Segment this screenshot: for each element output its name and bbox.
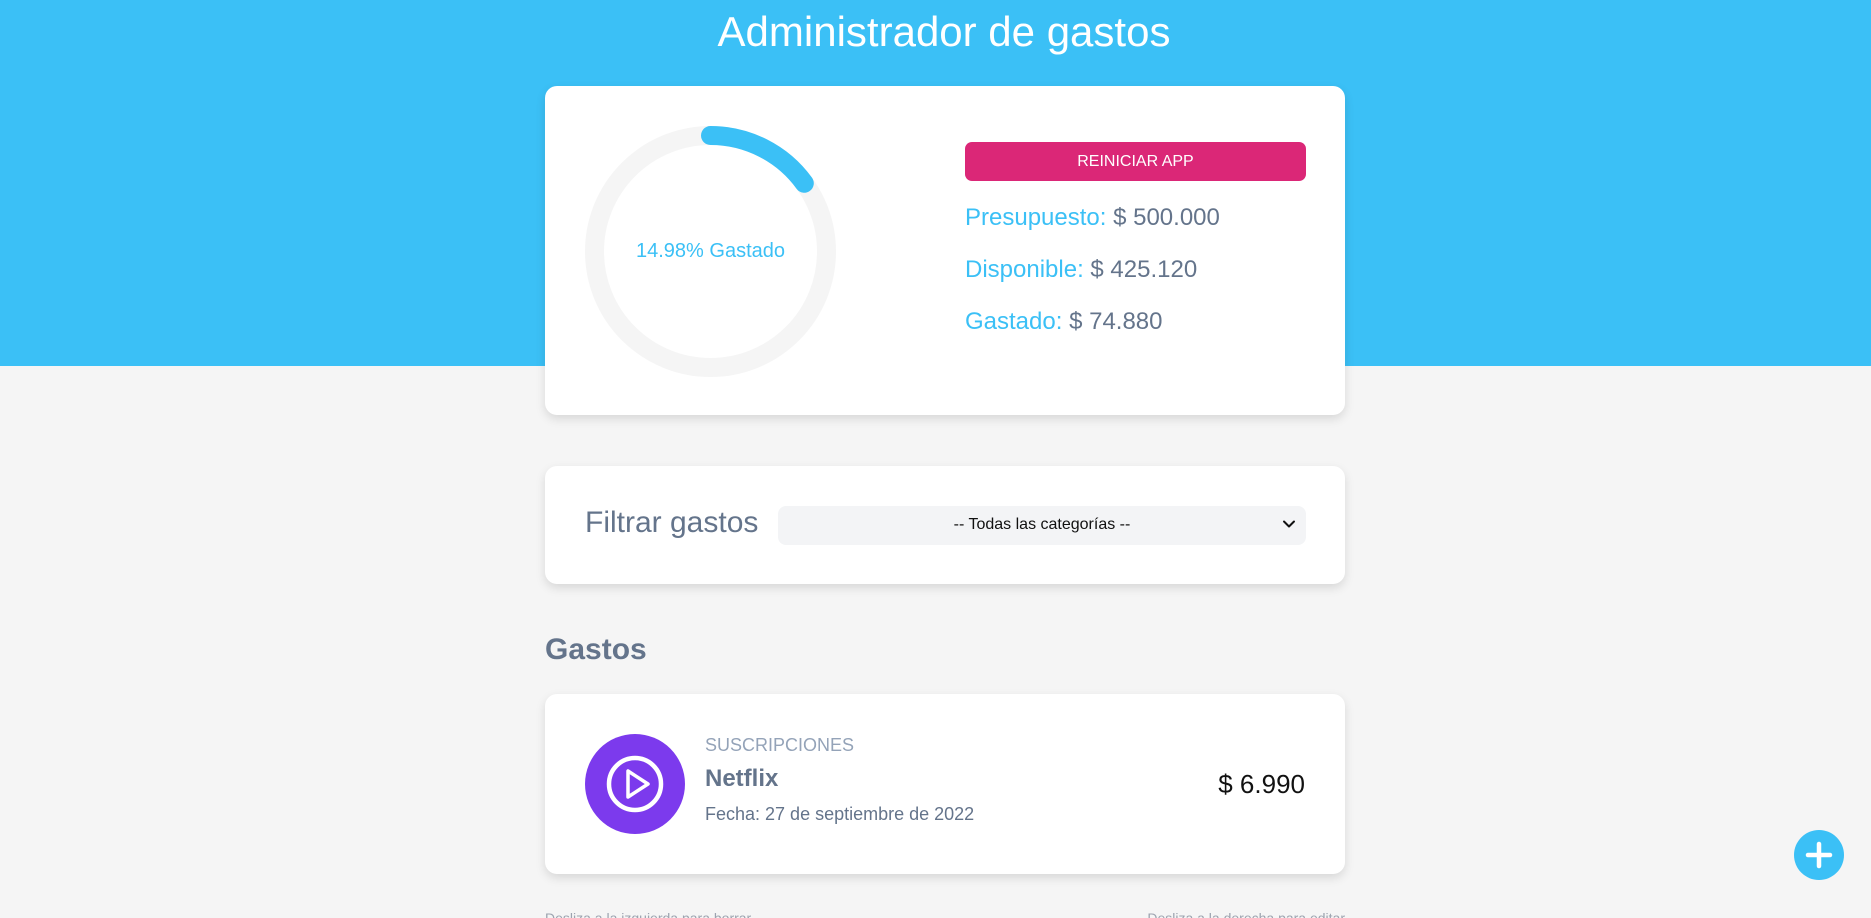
app-title: Administrador de gastos: [717, 8, 1171, 55]
filter-label: Filtrar gastos: [585, 506, 759, 539]
swipe-left-hint: Desliza a la izquierda para borrar: [545, 910, 752, 918]
spent-value: $ 74.880: [1069, 308, 1163, 335]
expense-amount: $ 6.990: [1218, 769, 1305, 799]
play-icon: [606, 755, 664, 813]
category-filter-value: -- Todas las categorías --: [953, 516, 1131, 533]
reset-app-button[interactable]: Reiniciar App: [965, 142, 1306, 181]
budget-label: Presupuesto:: [965, 204, 1107, 231]
budget-progress-ring: 14.98% Gastado: [584, 125, 837, 378]
expense-item[interactable]: Suscripciones Netflix Fecha: 27 de septi…: [545, 694, 1345, 874]
available-value: $ 425.120: [1090, 256, 1198, 283]
percent-spent-label: 14.98% Gastado: [636, 240, 785, 262]
add-expense-button[interactable]: [1794, 830, 1844, 880]
available-label: Disponible:: [965, 256, 1084, 283]
chevron-down-icon: [1283, 520, 1295, 528]
category-filter-select[interactable]: -- Todas las categorías --: [778, 506, 1306, 545]
spent-label: Gastado:: [965, 308, 1063, 335]
budget-stat: Presupuesto: $ 500.000: [965, 204, 1220, 232]
filter-card: Filtrar gastos -- Todas las categorías -…: [545, 466, 1345, 584]
available-stat: Disponible: $ 425.120: [965, 256, 1197, 284]
subscription-category-icon: [585, 734, 685, 834]
budget-value: $ 500.000: [1113, 204, 1220, 231]
expense-category: Suscripciones: [705, 735, 855, 755]
expenses-section-title: Gastos: [545, 633, 647, 666]
swipe-right-hint: Desliza a la derecha para editar: [1147, 910, 1345, 918]
expense-name: Netflix: [705, 765, 779, 792]
plus-icon: [1805, 841, 1833, 869]
spent-stat: Gastado: $ 74.880: [965, 308, 1163, 336]
expense-date: Fecha: 27 de septiembre de 2022: [705, 804, 975, 824]
budget-card: 14.98% Gastado Reiniciar App Presupuesto…: [545, 86, 1345, 415]
